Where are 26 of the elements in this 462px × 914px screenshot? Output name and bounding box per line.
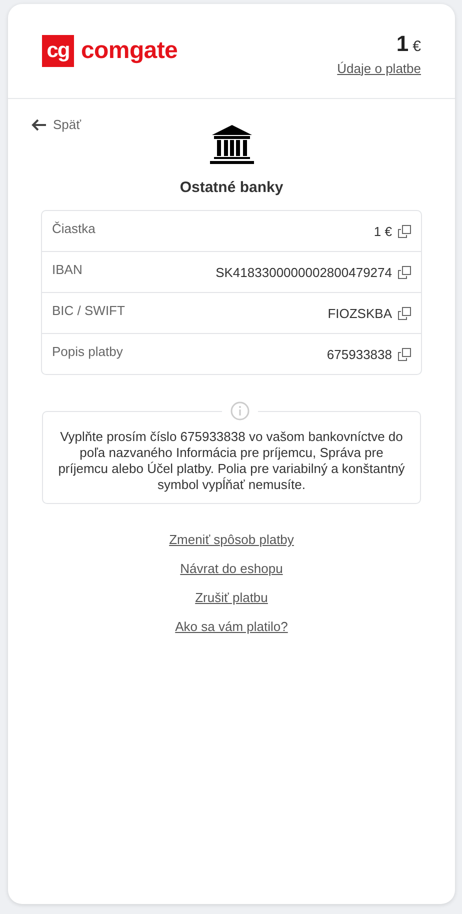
- copy-icon[interactable]: [398, 224, 411, 238]
- detail-label: IBAN: [52, 262, 84, 277]
- copy-icon[interactable]: [398, 266, 411, 278]
- back-arrow-icon: [31, 118, 47, 132]
- detail-value: 1 €: [374, 224, 392, 238]
- logo-text: comgate: [81, 37, 178, 65]
- detail-label: Popis platby: [52, 344, 124, 359]
- action-link[interactable]: Zmeniť spôsob platby: [169, 532, 294, 547]
- action-link[interactable]: Zrušiť platbu: [195, 590, 268, 605]
- detail-label: BIC / SWIFT: [52, 303, 126, 318]
- currency: €: [412, 38, 421, 54]
- action-link[interactable]: Návrat do eshopu: [180, 561, 283, 576]
- bank-icon: [208, 124, 254, 166]
- back-link[interactable]: Späť: [31, 117, 82, 132]
- logo-mark: cg: [42, 35, 74, 67]
- detail-value: FIOZSKBA: [328, 306, 392, 320]
- detail-value: 675933838: [326, 346, 392, 362]
- detail-label: Čiastka: [52, 221, 96, 236]
- amount: 1: [396, 30, 409, 56]
- action-link[interactable]: Ako sa vám platilo?: [175, 619, 288, 634]
- copy-icon[interactable]: [398, 306, 411, 320]
- detail-value: SK4183300000002800479274: [216, 264, 392, 280]
- method-title: Ostatné banky: [180, 179, 284, 196]
- copy-icon[interactable]: [398, 348, 411, 360]
- payment-details-link[interactable]: Údaje o platbe: [337, 60, 421, 76]
- info-text: Vyplňte prosím číslo 675933838 vo vašom bankovníctve do poľa nazvaného Informácia pre príjemcu, Správa pre príjemcu alebo Účel platby. Polia pre variabilný a konštantný symbol vypĺňať nemusíte.: [57, 429, 406, 493]
